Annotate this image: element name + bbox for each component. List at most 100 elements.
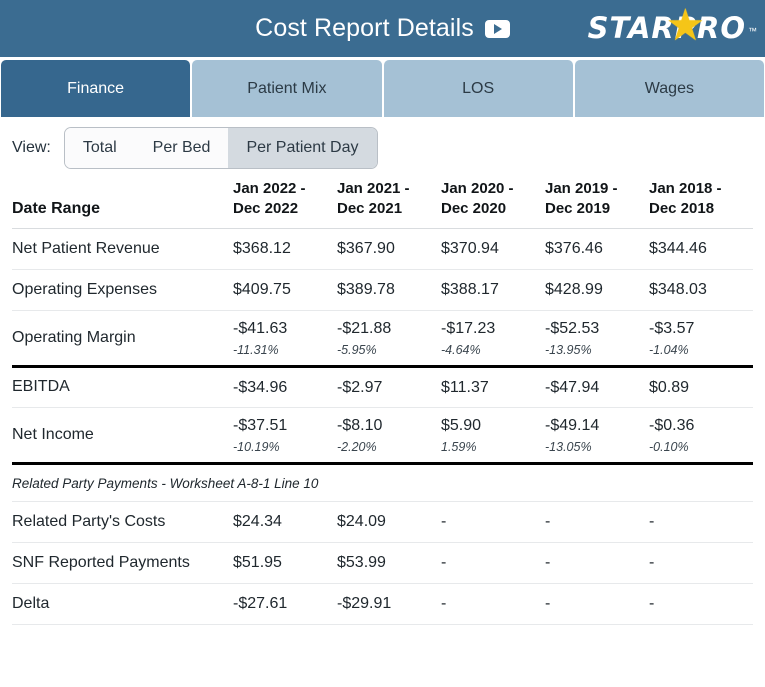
cell-value: -$49.14 bbox=[545, 416, 600, 434]
related-cell-snf-reported-payments-col4: - bbox=[649, 542, 753, 583]
row-label-net-patient-revenue: Net Patient Revenue bbox=[12, 239, 160, 257]
cell-net-income-col3: -$49.14 -13.05% bbox=[545, 407, 649, 463]
cell-ebitda-col2: $11.37 bbox=[441, 366, 545, 407]
cell-ebitda-col3: -$47.94 bbox=[545, 366, 649, 407]
related-cell-snf-reported-payments-col2: - bbox=[441, 542, 545, 583]
cell-value: - bbox=[441, 554, 447, 572]
related-cell-snf-reported-payments-col1: $53.99 bbox=[337, 542, 441, 583]
cell-stack: $428.99 bbox=[545, 280, 649, 299]
cell-value: $0.89 bbox=[649, 378, 690, 396]
cell-stack: -$21.88 -5.95% bbox=[337, 319, 441, 357]
cell-value: $389.78 bbox=[337, 281, 395, 299]
view-option-per-patient-day[interactable]: Per Patient Day bbox=[228, 128, 377, 168]
cell-stack: $51.95 bbox=[233, 553, 337, 572]
cell-stack: $24.09 bbox=[337, 512, 441, 531]
cell-value: -$47.94 bbox=[545, 378, 600, 396]
cell-stack: - bbox=[545, 553, 649, 572]
cell-stack: -$17.23 -4.64% bbox=[441, 319, 545, 357]
cell-value: $368.12 bbox=[233, 240, 291, 258]
row-label-ebitda: EBITDA bbox=[12, 378, 70, 396]
cell-value: -$17.23 bbox=[441, 319, 496, 337]
starpro-logo: STARPRO ★ ™ bbox=[588, 0, 757, 57]
cell-stack: -$52.53 -13.95% bbox=[545, 319, 649, 357]
related-cell-related-party-s-costs-col3: - bbox=[545, 501, 649, 542]
cell-operating-margin-col2: -$17.23 -4.64% bbox=[441, 310, 545, 366]
cell-stack: -$8.10 -2.20% bbox=[337, 416, 441, 454]
cell-stack: - bbox=[441, 594, 545, 613]
related-cell-related-party-s-costs-col4: - bbox=[649, 501, 753, 542]
cell-operating-expenses-col2: $388.17 bbox=[441, 269, 545, 310]
table-row: Operating Margin -$41.63 -11.31% -$21.88 -5.… bbox=[12, 310, 753, 367]
cell-value: -$34.96 bbox=[233, 378, 288, 396]
related-row-label-delta: Delta bbox=[12, 594, 50, 612]
cell-value: $428.99 bbox=[545, 281, 603, 299]
cell-subvalue: -1.04% bbox=[649, 343, 689, 358]
table-row: Related Party's Costs $24.34 $24.09 - - - bbox=[12, 501, 753, 543]
cell-stack: - bbox=[545, 594, 649, 613]
cell-stack: -$27.61 bbox=[233, 594, 337, 613]
column-header-4: Jan 2018 - Dec 2018 bbox=[649, 179, 753, 228]
related-row-label-snf-reported-payments: SNF Reported Payments bbox=[12, 553, 190, 571]
cell-value: $53.99 bbox=[337, 554, 386, 572]
table-body: Net Patient Revenue $368.12 $367.90 $370.94… bbox=[12, 228, 753, 625]
table-header-row: Date Range Jan 2022 - Dec 2022 Jan 2021 … bbox=[12, 179, 753, 229]
cell-value: -$27.61 bbox=[233, 595, 288, 613]
cell-net-income-col1: -$8.10 -2.20% bbox=[337, 407, 441, 463]
cell-operating-margin-col1: -$21.88 -5.95% bbox=[337, 310, 441, 366]
tab-patient-mix[interactable]: Patient Mix bbox=[192, 60, 382, 117]
app-header: Cost Report Details STARPRO ★ ™ bbox=[0, 0, 765, 57]
tab-wages[interactable]: Wages bbox=[574, 60, 764, 117]
cell-subvalue: -13.05% bbox=[545, 440, 592, 455]
cell-value: -$41.63 bbox=[233, 319, 288, 337]
trademark-mark: ™ bbox=[748, 26, 757, 36]
page-title: Cost Report Details bbox=[255, 14, 474, 42]
cell-value: - bbox=[545, 595, 551, 613]
section-header-related-party: Related Party Payments - Worksheet A-8-1… bbox=[12, 463, 753, 502]
column-header-1: Jan 2021 - Dec 2021 bbox=[337, 179, 441, 228]
table-row: SNF Reported Payments $51.95 $53.99 - - - bbox=[12, 542, 753, 584]
cell-stack: $367.90 bbox=[337, 239, 441, 258]
cell-stack: $53.99 bbox=[337, 553, 441, 572]
cell-value: $409.75 bbox=[233, 281, 291, 299]
table-row: Net Patient Revenue $368.12 $367.90 $370.94… bbox=[12, 228, 753, 270]
column-header-2-line2: Dec 2020 bbox=[441, 200, 507, 218]
cell-value: $348.03 bbox=[649, 281, 707, 299]
view-option-total[interactable]: Total bbox=[64, 128, 135, 168]
main-tabs: Finance Patient Mix LOS Wages bbox=[0, 57, 765, 117]
cell-ebitda-col4: $0.89 bbox=[649, 366, 753, 407]
tab-los[interactable]: LOS bbox=[383, 60, 573, 117]
cell-net-patient-revenue-col3: $376.46 bbox=[545, 228, 649, 269]
row-label-net-income: Net Income bbox=[12, 425, 94, 443]
cell-stack: $0.89 bbox=[649, 378, 753, 397]
view-option-per-bed[interactable]: Per Bed bbox=[134, 128, 229, 168]
cell-value: - bbox=[441, 513, 447, 531]
cell-value: - bbox=[545, 513, 551, 531]
cell-stack: -$3.57 -1.04% bbox=[649, 319, 753, 357]
cell-stack: $389.78 bbox=[337, 280, 441, 299]
related-cell-delta-col2: - bbox=[441, 583, 545, 624]
row-label-operating-margin: Operating Margin bbox=[12, 328, 136, 346]
cell-value: -$37.51 bbox=[233, 416, 288, 434]
play-icon[interactable] bbox=[484, 19, 510, 38]
cell-stack: $370.94 bbox=[441, 239, 545, 258]
cell-value: - bbox=[649, 595, 655, 613]
cell-stack: - bbox=[441, 512, 545, 531]
cell-operating-margin-col3: -$52.53 -13.95% bbox=[545, 310, 649, 366]
section-header-label: Related Party Payments - Worksheet A-8-1… bbox=[12, 476, 319, 492]
table-row: EBITDA -$34.96 -$2.97 $11.37 -$47.94 $0.89 bbox=[12, 366, 753, 408]
cell-subvalue: -10.19% bbox=[233, 440, 280, 455]
cell-value: - bbox=[545, 554, 551, 572]
cell-value: -$29.91 bbox=[337, 595, 392, 613]
cell-operating-margin-col0: -$41.63 -11.31% bbox=[233, 310, 337, 366]
cell-net-income-col4: -$0.36 -0.10% bbox=[649, 407, 753, 463]
tab-finance[interactable]: Finance bbox=[1, 60, 191, 117]
cost-report-page: Cost Report Details STARPRO ★ ™ Finance … bbox=[0, 0, 765, 687]
cell-value: -$21.88 bbox=[337, 319, 392, 337]
cell-stack: -$0.36 -0.10% bbox=[649, 416, 753, 454]
cell-value: -$3.57 bbox=[649, 319, 695, 337]
cell-value: $370.94 bbox=[441, 240, 499, 258]
cell-operating-expenses-col1: $389.78 bbox=[337, 269, 441, 310]
column-header-3: Jan 2019 - Dec 2019 bbox=[545, 179, 649, 228]
column-header-0-line1: Jan 2022 - bbox=[233, 180, 306, 197]
cell-stack: - bbox=[649, 594, 753, 613]
